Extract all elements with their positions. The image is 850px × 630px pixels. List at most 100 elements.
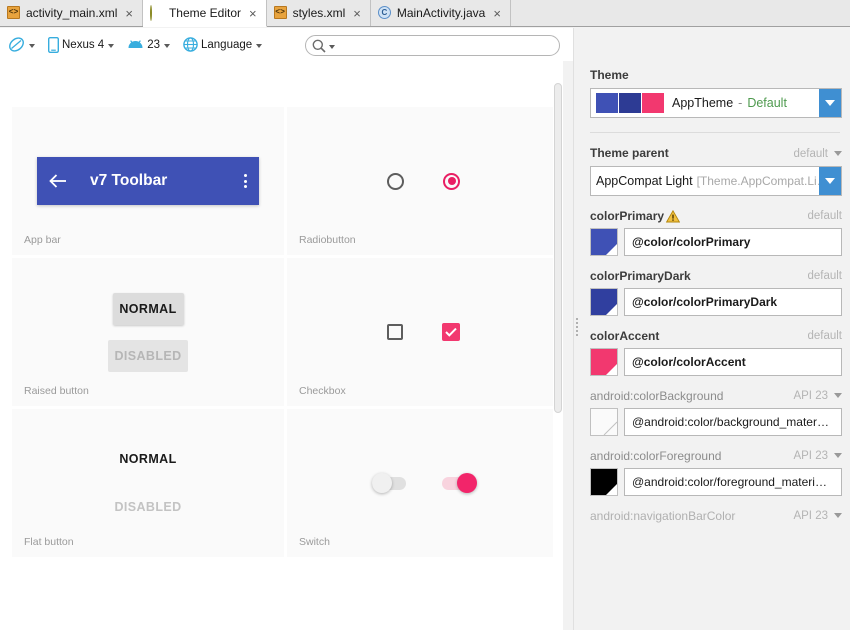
attribute-android-color-background: android:colorBackground API 23 @android:…	[580, 389, 850, 436]
chevron-down-icon[interactable]	[834, 452, 842, 458]
preview-card-label: Raised button	[24, 385, 89, 397]
app-bar-mock: v7 Toolbar	[37, 157, 259, 205]
overflow-menu-icon[interactable]	[244, 174, 247, 188]
switch-off[interactable]	[371, 473, 406, 493]
attribute-name: android:colorForeground	[590, 449, 722, 463]
api-level-selector[interactable]: 23	[125, 38, 172, 52]
color-swatch[interactable]	[590, 408, 618, 436]
panel-splitter[interactable]	[573, 28, 580, 630]
preview-card-label: Radiobutton	[299, 234, 356, 246]
tab-label: styles.xml	[292, 6, 346, 20]
attribute-value-field[interactable]: @android:color/background_mater…	[624, 408, 842, 436]
preview-card-checkbox: Checkbox	[287, 258, 560, 406]
flat-button-disabled: DISABLED	[114, 500, 182, 514]
language-selector[interactable]: Language	[181, 36, 264, 53]
language-label: Language	[200, 38, 253, 51]
switch-on[interactable]	[441, 473, 477, 493]
tab-close-icon[interactable]: ×	[124, 7, 134, 20]
color-swatch[interactable]	[590, 468, 618, 496]
arrow-back-icon[interactable]	[49, 173, 68, 189]
tab-mainactivity-java[interactable]: C MainActivity.java ×	[370, 0, 511, 26]
theme-parent-value: AppCompat Light	[596, 174, 693, 188]
preview-scrollbar[interactable]	[553, 61, 563, 630]
theme-parent-header: Theme parent default	[590, 146, 842, 160]
attribute-status: API 23	[793, 510, 828, 522]
attribute-color-primary-dark: colorPrimaryDark default @color/colorPri…	[580, 269, 850, 316]
attribute-value-field[interactable]: @color/colorAccent	[624, 348, 842, 376]
attribute-value-field[interactable]: @color/colorPrimaryDark	[624, 288, 842, 316]
color-swatch[interactable]	[590, 348, 618, 376]
tab-styles-xml[interactable]: <> styles.xml ×	[266, 0, 371, 26]
theme-separator: -	[738, 96, 743, 110]
theme-qualifier: Default	[747, 96, 787, 110]
check-icon	[445, 327, 457, 337]
palette-icon	[9, 37, 24, 52]
flat-button-normal[interactable]: NORMAL	[106, 444, 190, 474]
search-input[interactable]	[337, 39, 547, 52]
device-selector[interactable]: Nexus 4	[46, 36, 116, 54]
theme-parent-label: Theme parent	[590, 146, 669, 160]
preview-card-switch: Switch	[287, 409, 560, 557]
preview-card-label: Checkbox	[299, 385, 346, 397]
attribute-color-accent: colorAccent default @color/colorAccent	[580, 329, 850, 376]
chevron-down-icon	[29, 43, 35, 48]
radio-checked[interactable]	[443, 172, 460, 190]
preview-row: NORMAL DISABLED Raised button Checkbox	[12, 258, 560, 406]
theme-selector-button[interactable]	[6, 35, 37, 54]
splitter-grip-icon	[576, 318, 579, 340]
chevron-down-icon[interactable]	[834, 512, 842, 518]
radio-unchecked[interactable]	[387, 172, 404, 190]
swatch-fold-line	[603, 421, 617, 435]
java-class-icon: C	[377, 6, 392, 20]
xml-file-icon: <>	[7, 6, 21, 20]
search-options-chevron-icon[interactable]	[329, 44, 335, 49]
preview-card-flat-button: NORMAL DISABLED Flat button	[12, 409, 284, 557]
theme-parent-combo-box[interactable]: AppCompat Light [Theme.AppCompat.Li…	[590, 166, 842, 196]
theme-editor-window: <> activity_main.xml × Theme Editor × <>…	[0, 0, 850, 630]
warning-icon[interactable]	[666, 209, 681, 223]
app-bar-title: v7 Toolbar	[90, 172, 168, 189]
attribute-status: default	[807, 210, 842, 222]
attribute-name: colorAccent	[590, 329, 660, 343]
attribute-name: colorPrimary	[590, 209, 665, 223]
theme-editor-icon	[149, 5, 164, 21]
chevron-down-icon[interactable]	[834, 392, 842, 398]
attribute-status: default	[807, 270, 842, 282]
theme-parent-status: default	[793, 148, 828, 160]
theme-combo-box[interactable]: AppTheme - Default	[590, 88, 842, 118]
checkbox-unchecked[interactable]	[387, 324, 403, 340]
globe-icon	[183, 37, 198, 52]
device-label: Nexus 4	[62, 38, 105, 51]
android-icon	[128, 39, 143, 48]
preview-row: NORMAL DISABLED Flat button Switch	[12, 409, 560, 557]
checkbox-checked[interactable]	[442, 323, 460, 341]
preview-card-label: Switch	[299, 536, 330, 548]
tab-activity-main-xml[interactable]: <> activity_main.xml ×	[0, 0, 143, 26]
theme-name: AppTheme	[672, 96, 734, 110]
preview-card-label: App bar	[24, 234, 61, 246]
device-icon	[48, 36, 59, 53]
chevron-down-icon	[163, 43, 170, 48]
raised-button-normal[interactable]: NORMAL	[112, 292, 184, 325]
attribute-status: API 23	[793, 450, 828, 462]
chevron-down-icon[interactable]	[819, 89, 841, 117]
chevron-down-icon[interactable]	[819, 167, 841, 195]
attribute-value-field[interactable]: @android:color/foreground_materi…	[624, 468, 842, 496]
attribute-name: colorPrimaryDark	[590, 269, 691, 283]
theme-parent-value-qualified: [Theme.AppCompat.Li…	[696, 174, 819, 188]
color-swatch[interactable]	[590, 288, 618, 316]
preview-scrollbar-thumb[interactable]	[554, 83, 562, 413]
color-swatch[interactable]	[590, 228, 618, 256]
theme-color-swatches	[596, 93, 664, 113]
search-icon	[312, 39, 326, 53]
tab-close-icon[interactable]: ×	[492, 7, 502, 20]
attribute-search-box[interactable]	[305, 35, 560, 56]
chevron-down-icon[interactable]	[834, 151, 842, 156]
attribute-value-field[interactable]: @color/colorPrimary	[624, 228, 842, 256]
tab-theme-editor[interactable]: Theme Editor ×	[142, 0, 267, 27]
tab-close-icon[interactable]: ×	[352, 7, 362, 20]
attribute-android-color-foreground: android:colorForeground API 23 @android:…	[580, 449, 850, 496]
api-level-label: 23	[147, 38, 160, 51]
theme-attributes-panel: Theme AppTheme - Default Theme parent de…	[580, 28, 850, 630]
tab-close-icon[interactable]: ×	[248, 7, 258, 20]
